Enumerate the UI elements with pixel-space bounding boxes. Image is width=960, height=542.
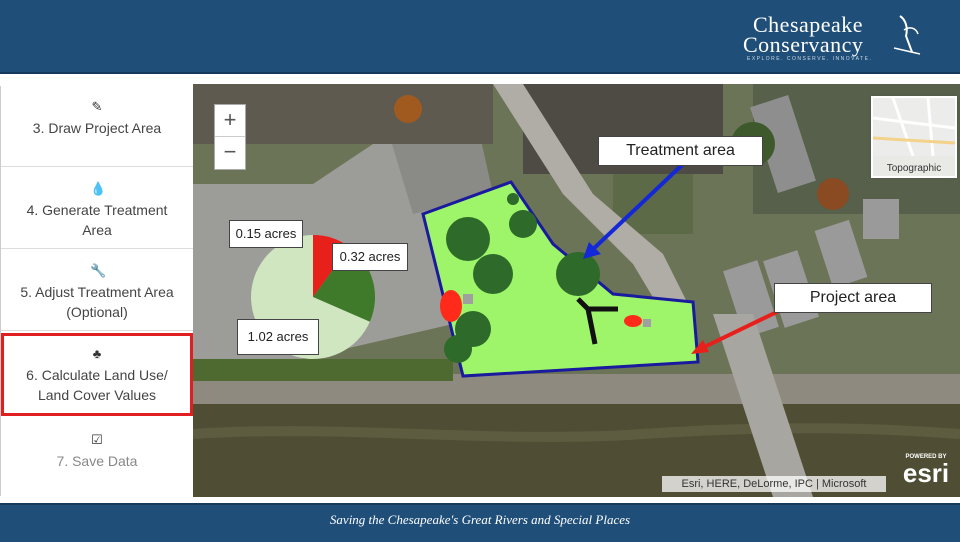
footer-bar: Saving the Chesapeake's Great Rivers and…: [0, 503, 960, 542]
wrench-icon: 🔧: [90, 263, 107, 278]
pencil-icon: ✎: [91, 99, 103, 114]
project-area-callout: Project area: [774, 283, 932, 313]
topographic-thumbnail: [872, 97, 956, 157]
esri-logo: POWERED BY esri: [894, 454, 958, 494]
zoom-control: + −: [214, 104, 246, 170]
step-draw-project-area[interactable]: ✎ 3. Draw Project Area: [1, 86, 193, 167]
drop-icon: 💧: [90, 181, 107, 196]
tree-icon: ♣: [92, 346, 102, 361]
pie-label-mid: 0.32 acres: [332, 243, 408, 271]
basemap-toggle[interactable]: Topographic: [871, 96, 957, 178]
step-label: 6. Calculate Land Use/ Land Cover Values: [26, 367, 168, 403]
footer-tagline: Saving the Chesapeake's Great Rivers and…: [329, 512, 631, 527]
pie-label-large: 1.02 acres: [237, 319, 319, 355]
logo-name-line2: Conservancy: [743, 32, 864, 57]
pie-label-small: 0.15 acres: [229, 220, 303, 248]
heron-icon: [893, 15, 921, 55]
step-label: 7. Save Data: [56, 453, 138, 469]
header-bar: Chesapeake Conservancy EXPLORE. CONSERVE…: [0, 0, 960, 74]
step-save-data[interactable]: ☑ 7. Save Data: [1, 419, 193, 499]
chesapeake-conservancy-logo: Chesapeake Conservancy EXPLORE. CONSERVE…: [743, 10, 921, 64]
zoom-in-button[interactable]: +: [215, 105, 245, 137]
esri-wordmark: esri: [902, 458, 950, 488]
step-label: 3. Draw Project Area: [32, 120, 162, 136]
workflow-sidebar: ✎ 3. Draw Project Area 💧 4. Generate Tre…: [0, 86, 194, 496]
step-label: 5. Adjust Treatment Area (Optional): [20, 284, 174, 320]
step-generate-treatment-area[interactable]: 💧 4. Generate Treatment Area: [1, 168, 193, 249]
step-calculate-land-use[interactable]: ♣ 6. Calculate Land Use/ Land Cover Valu…: [1, 333, 193, 416]
logo-tagline: EXPLORE. CONSERVE. INNOVATE.: [747, 56, 873, 62]
basemap-label: Topographic: [886, 163, 942, 174]
zoom-out-button[interactable]: −: [215, 137, 245, 168]
treatment-area-callout: Treatment area: [598, 136, 763, 166]
map-attribution: Esri, HERE, DeLorme, IPC | Microsoft: [662, 476, 886, 492]
step-adjust-treatment-area[interactable]: 🔧 5. Adjust Treatment Area (Optional): [1, 250, 193, 331]
checkbox-icon: ☑: [91, 432, 103, 447]
step-label: 4. Generate Treatment Area: [26, 202, 168, 238]
